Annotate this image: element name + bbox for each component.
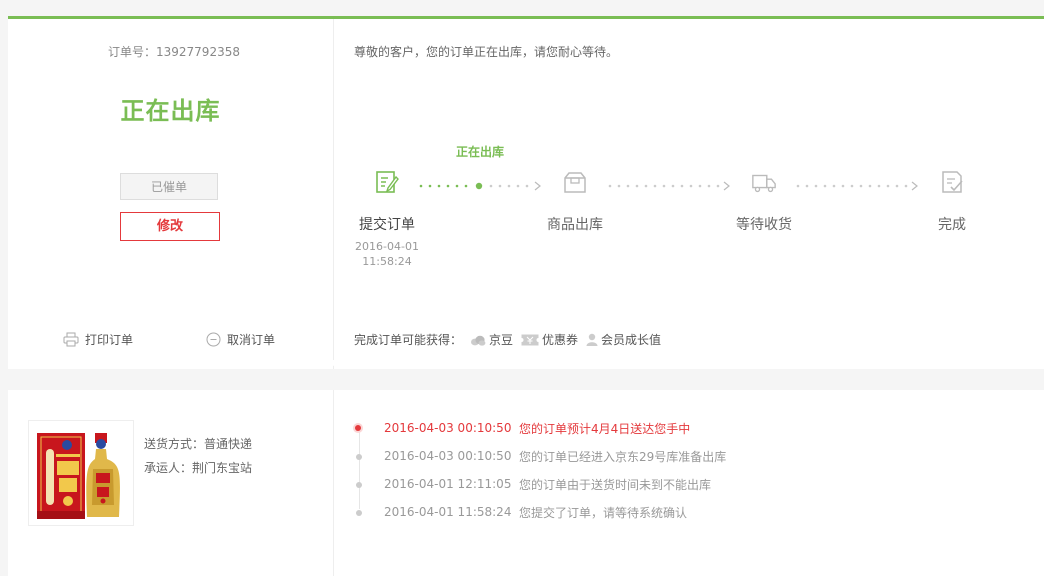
cancel-order-label: 取消订单: [227, 333, 276, 347]
current-step-label: 正在出库: [456, 145, 505, 159]
modify-button[interactable]: 修改: [120, 212, 220, 241]
tracking-item: 2016-04-01 11:58:24 您提交了订单，请等待系统确认: [354, 498, 726, 526]
check-document-icon: [942, 171, 963, 193]
product-image[interactable]: [28, 420, 134, 526]
rewards-bar: 完成订单可能获得： 京豆 优惠券 会员成长值: [354, 331, 661, 348]
bean-icon: [471, 335, 486, 346]
user-icon: [586, 333, 598, 346]
step-await-delivery: 等待收货: [704, 169, 824, 234]
timeline-dot: [355, 425, 361, 431]
package-icon: [564, 172, 586, 193]
shipment-info-panel: 送货方式：普通快递 承运人：荆门东宝站: [8, 390, 334, 576]
step-date: 2016-04-01: [355, 240, 419, 253]
step-name: 等待收货: [736, 217, 792, 233]
tracking-item: 2016-04-01 12:11:05 您的订单由于送货时间未到不能出库: [354, 470, 726, 498]
tracking-time: 2016-04-01 11:58:24: [384, 505, 512, 519]
timeline-dot: [356, 482, 362, 488]
step-clock: 11:58:24: [362, 255, 412, 268]
order-summary-panel: 订单号：13927792358 正在出库 已催单 修改 打印订单 取消订单: [8, 19, 334, 369]
order-progress-panel: 尊敬的客户，您的订单正在出库，请您耐心等待。 正在出库 提交订单 2016-04…: [334, 19, 1044, 369]
urged-button[interactable]: 已催单: [120, 173, 218, 200]
order-status-card: 订单号：13927792358 正在出库 已催单 修改 打印订单 取消订单 尊敬…: [8, 16, 1044, 369]
tracking-text: 您的订单已经进入京东29号库准备出库: [519, 449, 727, 464]
shipping-info: 送货方式：普通快递 承运人：荆门东宝站: [144, 432, 252, 480]
cancel-order-button[interactable]: 取消订单: [206, 331, 275, 348]
tracking-time: 2016-04-03 00:10:50: [384, 421, 512, 435]
printer-icon: [63, 332, 79, 347]
step-name: 提交订单: [359, 217, 415, 233]
step-time: 2016-04-01 11:58:24: [327, 239, 447, 269]
reward-coupon[interactable]: 优惠券: [521, 331, 578, 348]
tracking-text: 您的订单预计4月4日送达您手中: [519, 421, 691, 436]
timeline-dot: [356, 510, 362, 516]
tracking-item: 2016-04-03 00:10:50 您的订单已经进入京东29号库准备出库: [354, 442, 726, 470]
reward-coupon-label: 优惠券: [542, 333, 579, 347]
step-name: 完成: [938, 217, 966, 233]
tracking-timeline: 2016-04-03 00:10:50 您的订单预计4月4日送达您手中 2016…: [354, 414, 726, 526]
card-zigzag-edge: [8, 360, 1044, 370]
status-notice: 尊敬的客户，您的订单正在出库，请您耐心等待。: [354, 45, 619, 59]
reward-jingdou[interactable]: 京豆: [470, 331, 513, 348]
tracking-time: 2016-04-03 00:10:50: [384, 449, 512, 463]
print-order-label: 打印订单: [85, 333, 134, 347]
timeline-dot: [356, 454, 362, 460]
edit-icon: [376, 171, 399, 193]
step-complete: 完成: [892, 169, 1012, 234]
reward-growth[interactable]: 会员成长值: [586, 331, 661, 348]
print-order-button[interactable]: 打印订单: [63, 331, 133, 348]
tracking-item: 2016-04-03 00:10:50 您的订单预计4月4日送达您手中: [354, 414, 726, 442]
tracking-text: 您提交了订单，请等待系统确认: [519, 505, 688, 520]
order-status-title: 正在出库: [120, 97, 221, 125]
coupon-icon: [521, 334, 540, 345]
reward-jingdou-label: 京豆: [489, 333, 514, 347]
order-number: 订单号：13927792358: [108, 45, 240, 59]
shipping-carrier: 承运人：荆门东宝站: [144, 461, 253, 475]
reward-growth-label: 会员成长值: [601, 333, 662, 347]
shipping-method: 送货方式：普通快递: [144, 437, 253, 451]
truck-icon: [752, 174, 776, 193]
step-goods-out: 商品出库: [515, 169, 635, 234]
tracking-time: 2016-04-01 12:11:05: [384, 477, 512, 491]
tracking-text: 您的订单由于送货时间未到不能出库: [519, 477, 712, 492]
shipment-card: 送货方式：普通快递 承运人：荆门东宝站 2016-04-03 00:10:50 …: [8, 390, 1044, 576]
product-thumbnail: [37, 433, 120, 519]
rewards-label: 完成订单可能获得：: [354, 333, 463, 347]
step-name: 商品出库: [547, 217, 603, 233]
minus-circle-icon: [206, 332, 221, 347]
